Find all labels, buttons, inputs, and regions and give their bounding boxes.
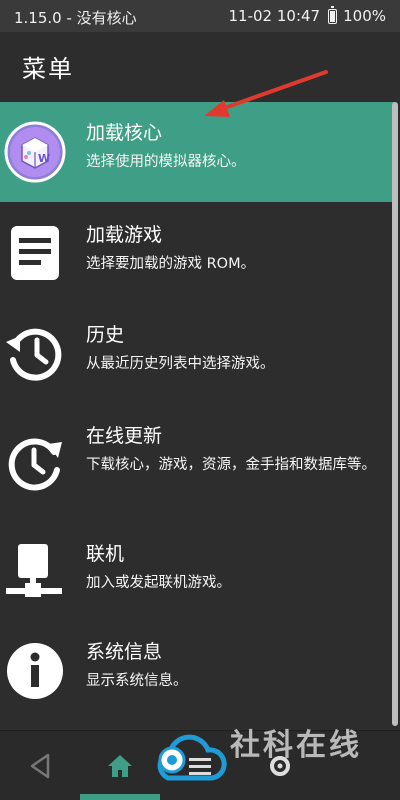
menu-item-text: 加载核心 选择使用的模拟器核心。 — [86, 121, 376, 175]
menu-item-text: 加载游戏 选择要加载的游戏 ROM。 — [86, 223, 376, 277]
nav-home-button[interactable] — [80, 731, 160, 800]
menu-item-text: 在线更新 下载核心，游戏，资源，金手指和数据库等。 — [86, 424, 376, 478]
app-screen: 1.15.0 - 没有核心 11-02 10:47 100% 菜单 W 加载核心… — [0, 0, 400, 800]
menu-item-online-updater[interactable]: 在线更新 下载核心，游戏，资源，金手指和数据库等。 — [0, 402, 394, 520]
menu-item-system-info[interactable]: 系统信息 显示系统信息。 — [0, 620, 394, 720]
nav-back-button[interactable] — [0, 731, 80, 800]
info-icon — [4, 640, 66, 702]
menu-item-history[interactable]: 历史 从最近历史列表中选择游戏。 — [0, 302, 394, 402]
nav-active-indicator — [80, 794, 160, 800]
status-time: 11-02 10:47 — [228, 7, 321, 25]
home-icon — [108, 755, 132, 777]
menu-item-description: 从最近历史列表中选择游戏。 — [86, 356, 275, 372]
menu-item-title: 在线更新 — [86, 425, 163, 447]
menu-item-description: 加入或发起联机游戏。 — [86, 575, 231, 591]
menu-item-description: 显示系统信息。 — [86, 673, 188, 689]
menu-list: W 加载核心 选择使用的模拟器核心。 加载游戏 选择要加载的游戏 ROM。 历史… — [0, 102, 394, 720]
list-icon — [189, 758, 211, 775]
status-battery-level: 100% — [343, 7, 386, 25]
status-bar: 1.15.0 - 没有核心 11-02 10:47 100% — [0, 0, 400, 32]
menu-item-title: 历史 — [86, 324, 125, 346]
status-app-version: 1.15.0 - 没有核心 — [14, 9, 137, 27]
network-icon — [4, 542, 66, 604]
bottom-navigation — [0, 730, 400, 800]
menu-item-load-core[interactable]: W 加载核心 选择使用的模拟器核心。 — [0, 102, 394, 202]
menu-item-netplay[interactable]: 联机 加入或发起联机游戏。 — [0, 520, 394, 620]
settings-icon — [270, 756, 290, 776]
status-right-group: 11-02 10:47 100% — [228, 5, 386, 25]
nav-settings-button[interactable] — [240, 731, 320, 800]
menu-item-description: 选择使用的模拟器核心。 — [86, 154, 246, 170]
menu-item-text: 系统信息 显示系统信息。 — [86, 640, 376, 694]
update-clock-icon — [4, 432, 66, 494]
menu-item-title: 加载核心 — [86, 122, 163, 144]
page-title: 菜单 — [22, 55, 74, 83]
menu-item-load-game[interactable]: 加载游戏 选择要加载的游戏 ROM。 — [0, 202, 394, 302]
menu-item-title: 联机 — [86, 543, 125, 565]
menu-item-description: 选择要加载的游戏 ROM。 — [86, 256, 256, 272]
menu-scrollbar[interactable] — [392, 102, 398, 726]
back-icon — [30, 753, 50, 779]
core-app-icon: W — [4, 121, 66, 183]
history-icon — [4, 322, 66, 384]
document-icon — [4, 222, 66, 284]
menu-item-title: 系统信息 — [86, 641, 163, 663]
menu-header: 菜单 — [0, 32, 400, 102]
nav-list-button[interactable] — [160, 731, 240, 800]
menu-item-title: 加载游戏 — [86, 224, 163, 246]
menu-item-text: 历史 从最近历史列表中选择游戏。 — [86, 323, 376, 377]
menu-item-description: 下载核心，游戏，资源，金手指和数据库等。 — [86, 457, 376, 473]
battery-icon — [328, 5, 338, 24]
menu-item-text: 联机 加入或发起联机游戏。 — [86, 542, 376, 596]
svg-text:W: W — [38, 152, 50, 165]
